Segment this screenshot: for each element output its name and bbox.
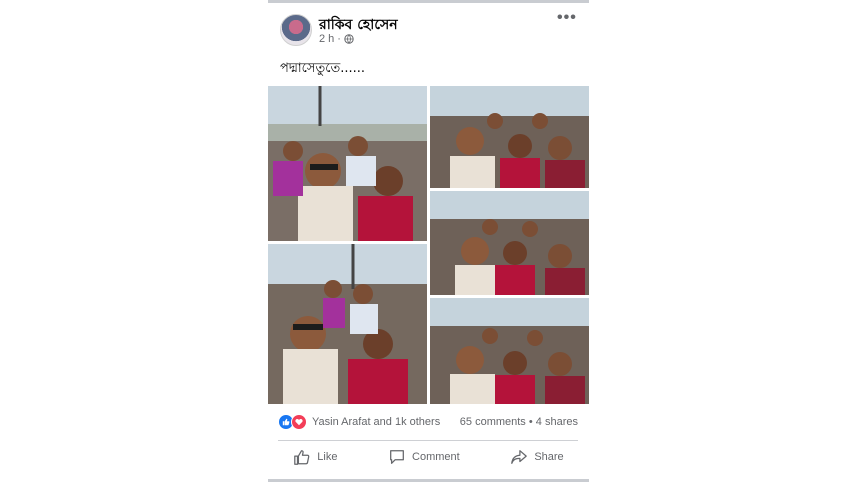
photo-3[interactable] [268, 244, 427, 404]
love-icon [291, 414, 307, 430]
top-divider [268, 0, 589, 3]
more-options-button[interactable]: ••• [557, 9, 577, 27]
avatar[interactable] [280, 14, 312, 46]
comments-count[interactable]: 65 comments [460, 416, 526, 428]
share-label: Share [534, 451, 564, 463]
post-meta: 2 h · [319, 33, 354, 45]
like-button[interactable]: Like [293, 448, 337, 466]
action-bar: Like Comment Share [268, 448, 589, 466]
reactions-summary[interactable]: Yasin Arafat and 1k others [278, 414, 440, 430]
post-caption: পদ্মাসেতুতে...... [280, 61, 365, 76]
post-card: রাকিব হোসেন 2 h · ••• পদ্মাসেতুতে...... [268, 0, 589, 482]
globe-icon [344, 34, 354, 44]
like-label: Like [317, 451, 338, 463]
comment-icon [390, 450, 404, 464]
engagement-counts: 65 comments • 4 shares [459, 416, 578, 428]
thumbs-up-icon [294, 450, 310, 465]
photo-1[interactable] [268, 86, 427, 241]
photo-2[interactable] [430, 86, 589, 188]
photo-4[interactable] [430, 191, 589, 295]
comment-label: Comment [412, 451, 460, 463]
share-icon [511, 450, 528, 464]
share-button[interactable]: Share [510, 448, 564, 466]
comment-button[interactable]: Comment [388, 448, 460, 466]
shares-count[interactable]: 4 shares [536, 416, 578, 428]
reactions-text: Yasin Arafat and 1k others [312, 416, 441, 428]
divider [278, 440, 578, 441]
photo-5[interactable] [430, 298, 589, 404]
post-time[interactable]: 2 h [319, 33, 334, 45]
